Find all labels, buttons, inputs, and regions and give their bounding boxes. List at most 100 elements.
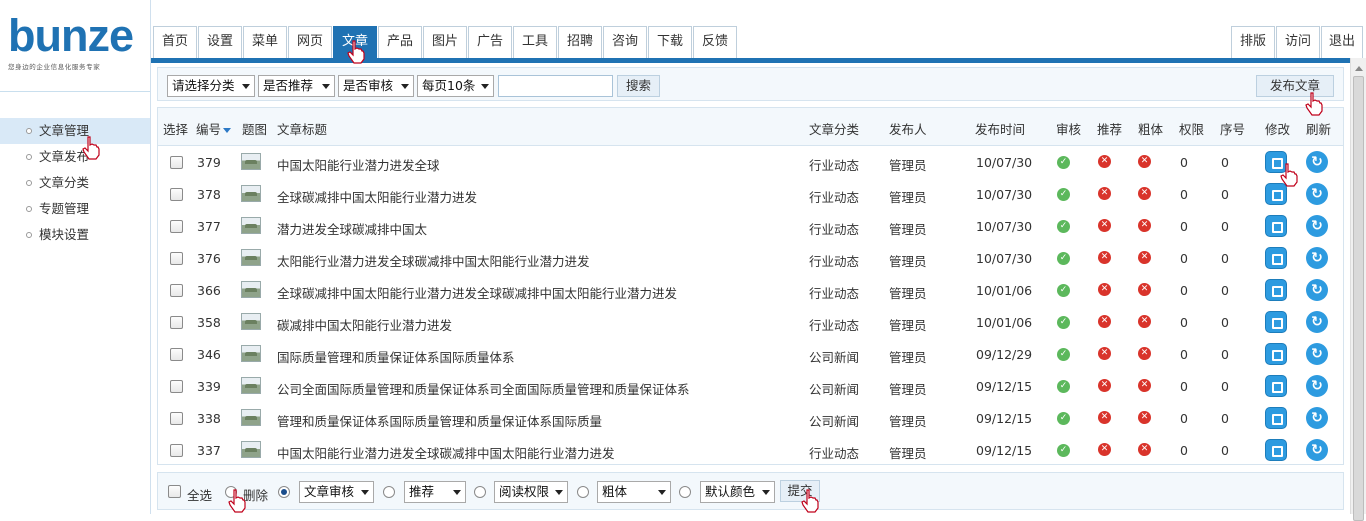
check-icon[interactable]: ✓ <box>1057 412 1070 425</box>
row-checkbox[interactable] <box>170 284 183 297</box>
row-title[interactable]: 全球碳减排中国太阳能行业潜力进发 <box>277 187 477 206</box>
page-scrollbar[interactable] <box>1350 58 1366 521</box>
refresh-icon[interactable]: ↻ <box>1306 439 1328 461</box>
row-checkbox[interactable] <box>170 220 183 233</box>
cross-icon[interactable]: ✕ <box>1098 251 1111 264</box>
refresh-icon[interactable]: ↻ <box>1306 279 1328 301</box>
cross-icon[interactable]: ✕ <box>1138 283 1151 296</box>
cross-icon[interactable]: ✕ <box>1098 411 1111 424</box>
edit-icon[interactable] <box>1265 343 1287 365</box>
review-select[interactable]: 是否审核 <box>338 75 414 97</box>
row-title[interactable]: 碳减排中国太阳能行业潜力进发 <box>277 315 452 334</box>
check-icon[interactable]: ✓ <box>1057 188 1070 201</box>
edit-icon[interactable] <box>1265 311 1287 333</box>
edit-icon[interactable] <box>1265 247 1287 269</box>
cross-icon[interactable]: ✕ <box>1098 443 1111 456</box>
col-id[interactable]: 编号 <box>196 119 232 138</box>
row-title[interactable]: 全球碳减排中国太阳能行业潜力进发全球碳减排中国太阳能行业潜力进发 <box>277 283 677 302</box>
cross-icon[interactable]: ✕ <box>1098 283 1111 296</box>
review-action-select[interactable]: 文章审核 <box>299 481 374 503</box>
cross-icon[interactable]: ✕ <box>1138 347 1151 360</box>
nav-tab[interactable]: 招聘 <box>558 26 602 58</box>
row-checkbox[interactable] <box>170 252 183 265</box>
row-checkbox[interactable] <box>170 156 183 169</box>
refresh-icon[interactable]: ↻ <box>1306 183 1328 205</box>
edit-icon[interactable] <box>1265 279 1287 301</box>
nav-tab[interactable]: 产品 <box>378 26 422 58</box>
refresh-icon[interactable]: ↻ <box>1306 375 1328 397</box>
check-icon[interactable]: ✓ <box>1057 444 1070 457</box>
check-icon[interactable]: ✓ <box>1057 380 1070 393</box>
utility-tab[interactable]: 排版 <box>1231 26 1275 58</box>
color-action-select[interactable]: 默认颜色 <box>700 481 775 503</box>
refresh-icon[interactable]: ↻ <box>1306 311 1328 333</box>
nav-tab[interactable]: 下载 <box>648 26 692 58</box>
cross-icon[interactable]: ✕ <box>1098 219 1111 232</box>
search-button[interactable]: 搜索 <box>617 75 660 97</box>
row-title[interactable]: 管理和质量保证体系国际质量管理和质量保证体系国际质量 <box>277 411 602 430</box>
utility-tab[interactable]: 退出 <box>1321 26 1363 58</box>
select-all-checkbox[interactable] <box>168 485 181 498</box>
check-icon[interactable]: ✓ <box>1057 156 1070 169</box>
cross-icon[interactable]: ✕ <box>1138 155 1151 168</box>
row-checkbox[interactable] <box>170 412 183 425</box>
review-radio[interactable] <box>278 486 290 498</box>
refresh-icon[interactable]: ↻ <box>1306 407 1328 429</box>
nav-tab[interactable]: 广告 <box>468 26 512 58</box>
bold-action-select[interactable]: 粗体 <box>597 481 671 503</box>
category-select[interactable]: 请选择分类 <box>167 75 255 97</box>
cross-icon[interactable]: ✕ <box>1138 187 1151 200</box>
row-checkbox[interactable] <box>170 348 183 361</box>
utility-tab[interactable]: 访问 <box>1276 26 1320 58</box>
row-title[interactable]: 潜力进发全球碳减排中国太 <box>277 219 427 238</box>
edit-icon[interactable] <box>1265 439 1287 461</box>
row-checkbox[interactable] <box>170 316 183 329</box>
cross-icon[interactable]: ✕ <box>1138 219 1151 232</box>
per-page-select[interactable]: 每页10条 <box>417 75 494 97</box>
refresh-icon[interactable]: ↻ <box>1306 215 1328 237</box>
nav-tab[interactable]: 网页 <box>288 26 332 58</box>
cross-icon[interactable]: ✕ <box>1138 411 1151 424</box>
nav-tab[interactable]: 咨询 <box>603 26 647 58</box>
edit-icon[interactable] <box>1265 407 1287 429</box>
sidebar-item[interactable]: 专题管理 <box>0 196 150 222</box>
row-checkbox[interactable] <box>170 188 183 201</box>
edit-icon[interactable] <box>1265 215 1287 237</box>
sidebar-item[interactable]: 文章分类 <box>0 170 150 196</box>
check-icon[interactable]: ✓ <box>1057 284 1070 297</box>
scroll-up-icon[interactable] <box>1355 66 1363 71</box>
sidebar-item[interactable]: 文章管理 <box>0 118 150 144</box>
refresh-icon[interactable]: ↻ <box>1306 247 1328 269</box>
row-title[interactable]: 中国太阳能行业潜力进发全球碳减排中国太阳能行业潜力进发 <box>277 443 615 462</box>
search-input[interactable] <box>498 75 613 97</box>
nav-tab[interactable]: 设置 <box>198 26 242 58</box>
cross-icon[interactable]: ✕ <box>1098 155 1111 168</box>
cross-icon[interactable]: ✕ <box>1098 187 1111 200</box>
color-radio[interactable] <box>679 486 691 498</box>
row-checkbox[interactable] <box>170 380 183 393</box>
cross-icon[interactable]: ✕ <box>1098 379 1111 392</box>
nav-tab[interactable]: 菜单 <box>243 26 287 58</box>
nav-tab[interactable]: 工具 <box>513 26 557 58</box>
check-icon[interactable]: ✓ <box>1057 252 1070 265</box>
cross-icon[interactable]: ✕ <box>1138 251 1151 264</box>
permission-action-select[interactable]: 阅读权限 <box>494 481 568 503</box>
nav-tab[interactable]: 反馈 <box>693 26 737 58</box>
row-title[interactable]: 太阳能行业潜力进发全球碳减排中国太阳能行业潜力进发 <box>277 251 590 270</box>
bold-radio[interactable] <box>577 486 589 498</box>
row-title[interactable]: 中国太阳能行业潜力进发全球 <box>277 155 440 174</box>
refresh-icon[interactable]: ↻ <box>1306 343 1328 365</box>
sidebar-item[interactable]: 文章发布 <box>0 144 150 170</box>
nav-tab[interactable]: 图片 <box>423 26 467 58</box>
row-title[interactable]: 公司全面国际质量管理和质量保证体系司全面国际质量管理和质量保证体系 <box>277 379 690 398</box>
cross-icon[interactable]: ✕ <box>1098 347 1111 360</box>
scrollbar-thumb[interactable] <box>1353 76 1364 521</box>
cross-icon[interactable]: ✕ <box>1098 315 1111 328</box>
cross-icon[interactable]: ✕ <box>1138 315 1151 328</box>
check-icon[interactable]: ✓ <box>1057 348 1070 361</box>
check-icon[interactable]: ✓ <box>1057 220 1070 233</box>
cross-icon[interactable]: ✕ <box>1138 379 1151 392</box>
recommend-radio[interactable] <box>383 486 395 498</box>
cross-icon[interactable]: ✕ <box>1138 443 1151 456</box>
row-title[interactable]: 国际质量管理和质量保证体系国际质量体系 <box>277 347 515 366</box>
